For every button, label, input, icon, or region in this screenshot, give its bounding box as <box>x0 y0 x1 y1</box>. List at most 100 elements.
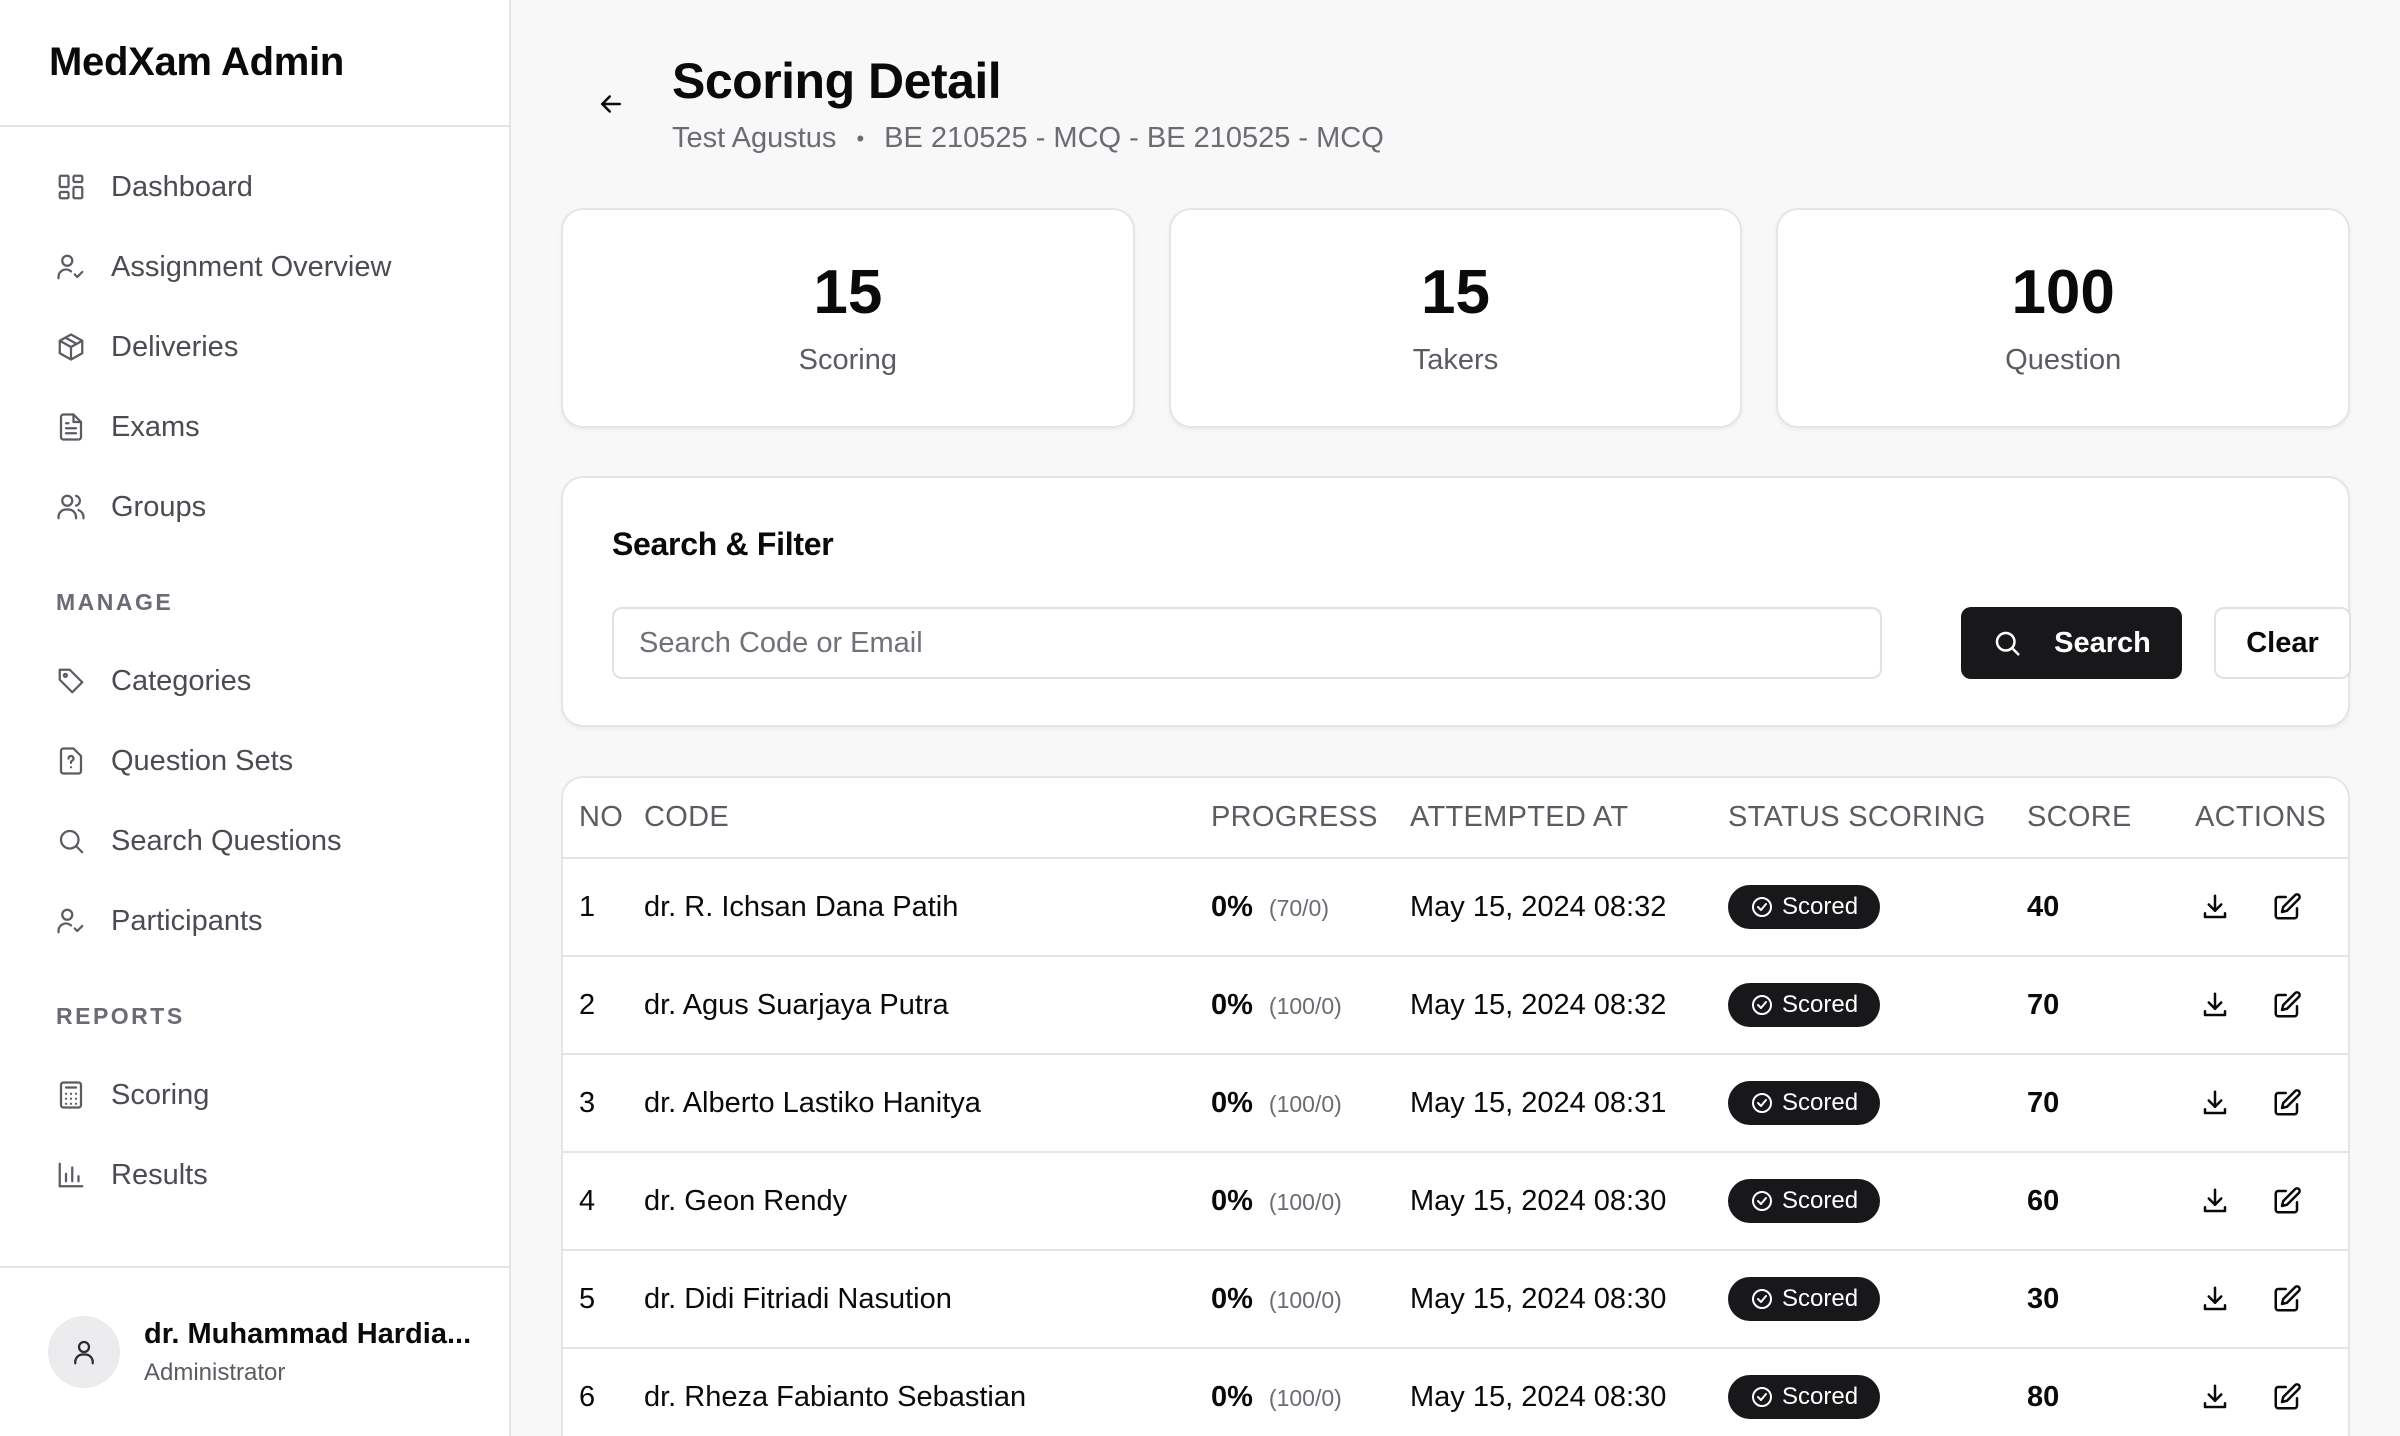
status-badge-label: Scored <box>1782 893 1859 920</box>
download-button[interactable] <box>2195 985 2235 1025</box>
table-row[interactable]: 3 dr. Alberto Lastiko Hanitya 0% (100/0) … <box>563 1054 2348 1153</box>
progress-percent: 0% <box>1211 1380 1253 1413</box>
status-badge-label: Scored <box>1782 1187 1859 1214</box>
subtitle-name: Test Agustus <box>672 122 837 154</box>
status-badge: Scored <box>1728 1081 1881 1125</box>
column-header-score[interactable]: SCORE <box>2027 778 2195 859</box>
progress-percent: 0% <box>1211 1184 1253 1217</box>
table-row[interactable]: 4 dr. Geon Rendy 0% (100/0) May 15, 2024 … <box>563 1152 2348 1251</box>
search-button[interactable]: Search <box>1961 607 2182 679</box>
sidebar-item-assignment-overview[interactable]: Assignment Overview <box>0 227 509 307</box>
edit-button[interactable] <box>2267 887 2307 927</box>
cell-progress: 0% (100/0) <box>1211 1054 1410 1153</box>
progress-fraction: (70/0) <box>1268 894 1330 921</box>
sidebar-item-exams[interactable]: Exams <box>0 387 509 467</box>
table-row[interactable]: 5 dr. Didi Fitriadi Nasution 0% (100/0) M… <box>563 1250 2348 1349</box>
cell-attempted-at: May 15, 2024 08:30 <box>1410 1250 1728 1349</box>
stat-card-takers: 15 Takers <box>1168 208 1743 428</box>
cell-actions <box>2195 1054 2348 1153</box>
sidebar-item-participants[interactable]: Participants <box>0 881 509 961</box>
edit-button[interactable] <box>2267 1377 2307 1417</box>
search-icon <box>56 826 86 856</box>
download-button[interactable] <box>2195 1377 2235 1417</box>
avatar <box>48 1316 120 1388</box>
download-icon <box>2203 992 2227 1017</box>
dashboard-icon <box>56 172 86 202</box>
cell-progress: 0% (100/0) <box>1211 1152 1410 1251</box>
calculator-icon <box>56 1080 86 1110</box>
edit-button[interactable] <box>2267 1181 2307 1221</box>
sidebar-item-label: Dashboard <box>111 170 253 203</box>
cell-attempted-at: May 15, 2024 08:30 <box>1410 1348 1728 1436</box>
download-icon <box>2203 1384 2227 1409</box>
cell-no: 3 <box>563 1054 644 1153</box>
download-button[interactable] <box>2195 1181 2235 1221</box>
user-profile[interactable]: dr. Muhammad Hardia... Administrator <box>0 1266 509 1436</box>
download-button[interactable] <box>2195 887 2235 927</box>
cell-progress: 0% (100/0) <box>1211 956 1410 1055</box>
status-badge: Scored <box>1728 983 1881 1027</box>
cell-attempted-at: May 15, 2024 08:30 <box>1410 1152 1728 1251</box>
edit-button[interactable] <box>2267 1279 2307 1319</box>
filter-title: Search & Filter <box>612 526 834 562</box>
sidebar-item-categories[interactable]: Categories <box>0 641 509 721</box>
edit-button[interactable] <box>2267 1083 2307 1123</box>
sidebar-item-question-sets[interactable]: Question Sets <box>0 721 509 801</box>
table-row[interactable]: 6 dr. Rheza Fabianto Sebastian 0% (100/0)… <box>563 1348 2348 1436</box>
sidebar-item-deliveries[interactable]: Deliveries <box>0 307 509 387</box>
column-header-actions: ACTIONS <box>2195 778 2348 859</box>
column-header-progress[interactable]: PROGRESS <box>1211 778 1410 859</box>
cell-no: 1 <box>563 858 644 957</box>
users-icon <box>56 492 86 522</box>
search-input[interactable] <box>612 607 1882 679</box>
status-badge: Scored <box>1728 1277 1881 1321</box>
search-button-label: Search <box>2054 626 2151 659</box>
cell-code: dr. Didi Fitriadi Nasution <box>644 1250 1211 1349</box>
stat-card-question: 100 Question <box>1776 208 2351 428</box>
column-header-status-scoring[interactable]: STATUS SCORING <box>1728 778 2027 859</box>
sidebar-item-search-questions[interactable]: Search Questions <box>0 801 509 881</box>
status-badge-label: Scored <box>1782 1383 1859 1410</box>
cell-code: dr. Alberto Lastiko Hanitya <box>644 1054 1211 1153</box>
sidebar-item-dashboard[interactable]: Dashboard <box>0 147 509 227</box>
progress-fraction: (100/0) <box>1268 1384 1342 1411</box>
column-header-code[interactable]: CODE <box>644 778 1211 859</box>
download-button[interactable] <box>2195 1279 2235 1319</box>
edit-icon <box>2274 893 2301 920</box>
back-button[interactable] <box>583 80 639 128</box>
stat-label: Question <box>2005 344 2122 376</box>
sidebar-item-label: Groups <box>111 490 207 523</box>
column-header-attempted-at[interactable]: ATTEMPTED AT <box>1410 778 1728 859</box>
cell-score: 70 <box>2027 1054 2195 1153</box>
cell-attempted-at: May 15, 2024 08:31 <box>1410 1054 1728 1153</box>
download-button[interactable] <box>2195 1083 2235 1123</box>
progress-fraction: (100/0) <box>1268 1286 1342 1313</box>
cell-actions <box>2195 1152 2348 1251</box>
tag-icon <box>56 666 86 696</box>
download-icon <box>2203 1286 2227 1311</box>
sidebar-item-results[interactable]: Results <box>0 1135 509 1215</box>
edit-button[interactable] <box>2267 985 2307 1025</box>
section-title-reports: REPORTS <box>56 1003 185 1029</box>
cell-no: 5 <box>563 1250 644 1349</box>
arrow-left-icon <box>601 95 621 113</box>
clear-button[interactable]: Clear <box>2214 607 2351 679</box>
page-subtitle: Test Agustus • BE 210525 - MCQ - BE 2105… <box>672 122 1384 155</box>
main-content: Scoring Detail Test Agustus • BE 210525 … <box>513 0 2400 1436</box>
sidebar-item-scoring[interactable]: Scoring <box>0 1055 509 1135</box>
sidebar-item-label: Categories <box>111 664 252 697</box>
stat-value: 100 <box>2011 258 2115 327</box>
table-row[interactable]: 2 dr. Agus Suarjaya Putra 0% (100/0) May … <box>563 956 2348 1055</box>
package-icon <box>56 332 86 362</box>
cell-progress: 0% (100/0) <box>1211 1348 1410 1436</box>
sidebar-item-groups[interactable]: Groups <box>0 467 509 547</box>
column-header-no[interactable]: NO <box>563 778 644 859</box>
search-icon <box>1995 631 2020 656</box>
cell-no: 4 <box>563 1152 644 1251</box>
cell-attempted-at: May 15, 2024 08:32 <box>1410 858 1728 957</box>
table-row[interactable]: 1 dr. R. Ichsan Dana Patih 0% (70/0) May … <box>563 858 2348 957</box>
status-badge: Scored <box>1728 1179 1881 1223</box>
cell-score: 80 <box>2027 1348 2195 1436</box>
app-title: MedXam Admin <box>0 0 509 127</box>
status-badge-label: Scored <box>1782 1285 1859 1312</box>
